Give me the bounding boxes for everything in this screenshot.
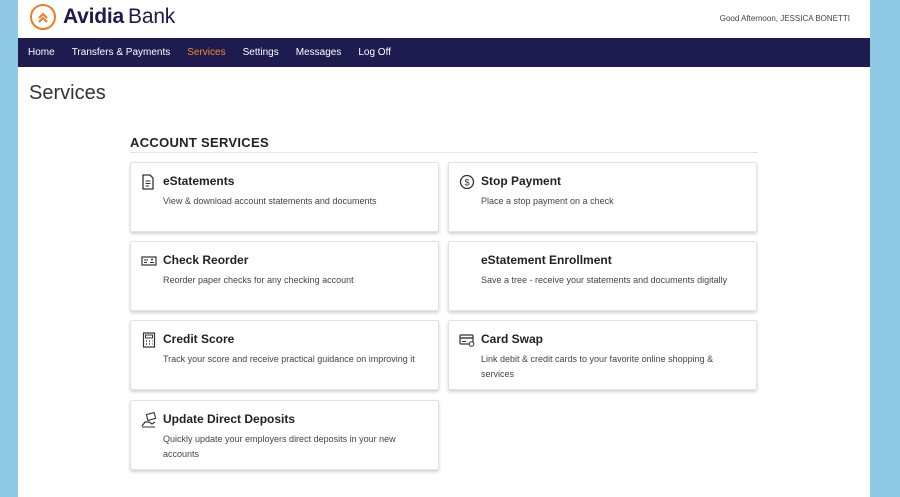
dollar-circle-icon: $	[459, 174, 475, 190]
card-title: Card Swap	[481, 332, 544, 346]
logo-text: Avidia Bank	[63, 4, 175, 30]
service-card-estatements[interactable]: eStatements View & download account stat…	[130, 162, 439, 232]
card-title: Stop Payment	[481, 174, 562, 188]
app-frame: Avidia Bank Good Afternoon, JESSICA BONET…	[18, 0, 870, 497]
card-description: View & download account statements and d…	[163, 196, 377, 206]
service-card-estatement-enrollment[interactable]: eStatement Enrollment Save a tree - rece…	[448, 241, 757, 311]
service-card-credit-score[interactable]: Credit Score Track your score and receiv…	[130, 320, 439, 390]
nav-messages[interactable]: Messages	[296, 47, 342, 58]
card-description: Reorder paper checks for any checking ac…	[163, 275, 354, 285]
card-title: Check Reorder	[163, 253, 249, 267]
card-description: Save a tree - receive your statements an…	[481, 275, 728, 285]
service-card-update-direct-deposits[interactable]: Update Direct Deposits Quickly update yo…	[130, 400, 439, 470]
service-card-card-swap[interactable]: Card Swap Link debit & credit cards to y…	[448, 320, 757, 390]
check-icon	[141, 253, 157, 269]
page-title: Services	[29, 82, 106, 104]
card-icon	[459, 332, 475, 348]
logo-mark-icon	[30, 4, 56, 30]
service-card-check-reorder[interactable]: Check Reorder Reorder paper checks for a…	[130, 241, 439, 311]
card-title: Update Direct Deposits	[163, 412, 296, 426]
logo-name-rest: Bank	[128, 5, 176, 28]
nav-home[interactable]: Home	[28, 47, 55, 58]
card-title: eStatement Enrollment	[481, 253, 612, 267]
nav-settings[interactable]: Settings	[243, 47, 279, 58]
svg-text:$: $	[464, 178, 469, 188]
service-card-stop-payment[interactable]: $ Stop Payment Place a stop payment on a…	[448, 162, 757, 232]
deposit-hand-icon	[141, 411, 157, 428]
user-greeting: Good Afternoon, JESSICA BONETTI	[719, 14, 850, 23]
card-title: Credit Score	[163, 332, 235, 346]
card-description: Link debit & credit cards to your favori…	[481, 354, 714, 379]
card-description: Track your score and receive practical g…	[163, 354, 415, 364]
card-title: eStatements	[163, 174, 235, 188]
card-description: Place a stop payment on a check	[481, 196, 614, 206]
bank-logo[interactable]: Avidia Bank	[30, 4, 175, 30]
logo-name-bold: Avidia	[63, 5, 125, 28]
nav-transfers-payments[interactable]: Transfers & Payments	[72, 47, 171, 58]
card-description: Quickly update your employers direct dep…	[163, 434, 396, 459]
calculator-icon	[141, 332, 157, 348]
main-nav: Home Transfers & Payments Services Setti…	[18, 38, 870, 67]
nav-services[interactable]: Services	[187, 47, 225, 58]
nav-log-off[interactable]: Log Off	[358, 47, 391, 58]
header: Avidia Bank Good Afternoon, JESSICA BONET…	[18, 0, 870, 38]
document-icon	[141, 174, 157, 190]
section-divider	[130, 152, 758, 153]
section-title: ACCOUNT SERVICES	[130, 135, 269, 150]
